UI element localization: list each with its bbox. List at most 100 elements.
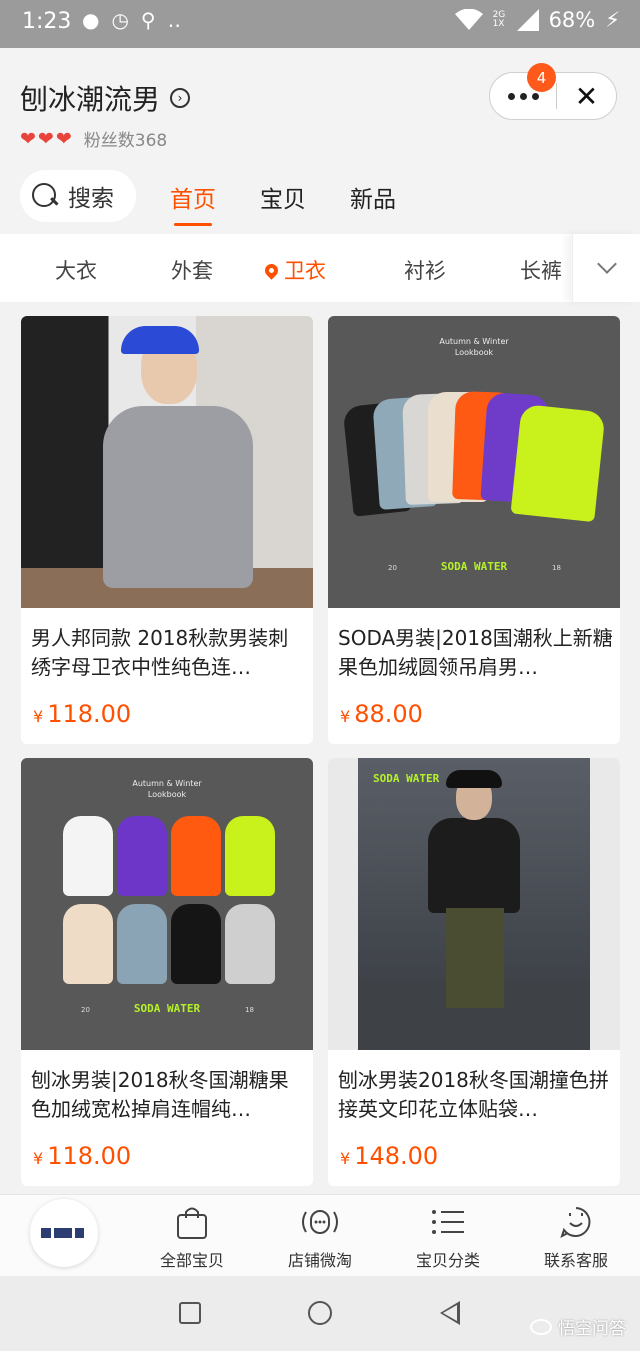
photo-pants — [446, 908, 504, 1008]
signal-label: 2G 1X — [492, 10, 506, 29]
watermark: 悟空问答 — [530, 1314, 626, 1339]
product-price: ¥148.00 — [340, 1142, 438, 1170]
shop-name: 刨冰潮流男 — [20, 83, 161, 116]
product-price: ¥118.00 — [33, 700, 131, 728]
year-left: 20 — [81, 1006, 90, 1014]
bag-icon — [177, 1207, 207, 1239]
location-pin-icon — [262, 260, 281, 280]
category-coat[interactable]: 大衣 — [55, 255, 97, 285]
category-hoodie[interactable]: 卫衣 — [262, 255, 326, 285]
shop-rating: ❤ ❤ ❤ 粉丝数368 — [20, 126, 168, 152]
logo-mark — [75, 1228, 84, 1238]
recents-button[interactable] — [179, 1302, 201, 1324]
photo-hat — [446, 770, 502, 788]
photo-hoodie — [103, 406, 253, 588]
tab-all-items-label: 全部宝贝 — [159, 1251, 224, 1270]
swatch-purple — [117, 816, 167, 896]
price-value: 118.00 — [47, 1142, 132, 1170]
year-right: 18 — [552, 564, 561, 572]
product-price: ¥88.00 — [340, 700, 423, 728]
product-card[interactable]: 男人邦同款 2018秋款男装刺绣字母卫衣中性纯色连… ¥118.00 — [21, 316, 313, 744]
alarm-icon: ◷ — [111, 8, 129, 32]
price-value: 118.00 — [47, 700, 132, 728]
swatch-white — [63, 816, 113, 896]
tab-categories[interactable]: 宝贝分类 — [398, 1203, 498, 1271]
shop-title[interactable]: 刨冰潮流男 › — [20, 78, 191, 118]
battery-level: 68% — [548, 8, 596, 32]
product-image[interactable]: SODA WATER — [328, 758, 620, 1050]
price-value: 148.00 — [354, 1142, 439, 1170]
search-small-icon: ⚲ — [140, 8, 156, 32]
product-price: ¥118.00 — [33, 1142, 131, 1170]
search-button[interactable]: 搜索 — [20, 170, 136, 222]
category-jacket[interactable]: 外套 — [171, 255, 213, 285]
tab-home[interactable]: 首页 — [170, 180, 216, 226]
chat-icon — [560, 1207, 591, 1238]
currency-symbol: ¥ — [340, 1149, 351, 1168]
swatch-lime — [510, 403, 606, 523]
broadcast-icon — [302, 1210, 338, 1234]
heart-icon: ❤ — [20, 127, 36, 150]
close-button[interactable]: ✕ — [557, 73, 616, 119]
logo-mark — [41, 1228, 51, 1238]
system-nav-bar: 悟空问答 — [0, 1276, 640, 1351]
dot-icon — [507, 92, 515, 100]
product-card[interactable]: SODA WATER 刨冰男装2018秋冬国潮撞色拼接英文印花立体贴袋… ¥14… — [328, 758, 620, 1186]
category-expand-button[interactable] — [572, 234, 640, 302]
list-icon — [432, 1210, 464, 1234]
shop-tabs: 首页 宝贝 新品 — [170, 180, 396, 226]
category-hoodie-label: 卫衣 — [284, 259, 326, 283]
product-card[interactable]: Autumn & Winter Lookbook SODA WATER 20 1… — [328, 316, 620, 744]
fans-count: 粉丝数368 — [83, 131, 168, 151]
shop-header: 刨冰潮流男 › ❤ ❤ ❤ 粉丝数368 ✕ 4 搜索 首页 宝贝 新品 — [0, 48, 640, 234]
currency-symbol: ¥ — [33, 707, 44, 726]
heart-icon: ❤ — [37, 127, 54, 150]
heart-icon: ❤ — [55, 127, 72, 150]
swatch-orange — [171, 816, 221, 896]
category-shirt[interactable]: 衬衫 — [404, 255, 446, 285]
status-time: 1:23 — [22, 9, 72, 34]
year-right: 18 — [245, 1006, 254, 1014]
product-title[interactable]: SODA男装|2018国潮秋上新糖果色加绒圆领吊肩男… — [338, 624, 614, 682]
notification-icons: ● ◷ ⚲ ‥ — [82, 8, 181, 32]
search-icon — [32, 183, 58, 209]
brand-logo: SODA WATER — [440, 560, 508, 573]
tab-categories-label: 宝贝分类 — [415, 1251, 480, 1270]
tab-items[interactable]: 宝贝 — [260, 180, 306, 214]
search-label: 搜索 — [68, 186, 114, 212]
shop-tab-bar: 全部宝贝 店铺微淘 宝贝分类 联系客服 — [0, 1194, 640, 1276]
tab-all-items[interactable]: 全部宝贝 — [142, 1203, 242, 1271]
tab-weitao-label: 店铺微淘 — [287, 1251, 352, 1270]
charging-icon: ⚡ — [605, 8, 620, 32]
currency-symbol: ¥ — [340, 707, 351, 726]
product-image[interactable]: Autumn & Winter Lookbook SODA WATER 20 1… — [21, 758, 313, 1050]
close-icon: ✕ — [574, 79, 599, 113]
brand-logo: SODA WATER — [373, 772, 440, 785]
wifi-icon — [454, 9, 483, 30]
product-title[interactable]: 刨冰男装2018秋冬国潮撞色拼接英文印花立体贴袋… — [338, 1066, 614, 1124]
product-card[interactable]: Autumn & Winter Lookbook SODA WATER 20 1… — [21, 758, 313, 1186]
more-dots-icon: ‥ — [167, 8, 181, 32]
category-pants[interactable]: 长裤 — [520, 255, 562, 285]
product-image[interactable] — [21, 316, 313, 608]
chevron-right-icon: › — [170, 88, 191, 108]
swatch-cream — [63, 904, 113, 984]
product-title[interactable]: 刨冰男装|2018秋冬国潮糖果色加绒宽松掉肩连帽纯… — [31, 1066, 307, 1124]
brand-logo: SODA WATER — [133, 1002, 201, 1015]
back-button[interactable] — [440, 1301, 460, 1325]
watermark-text: 悟空问答 — [558, 1319, 626, 1339]
tab-customer-service-label: 联系客服 — [543, 1251, 608, 1270]
tab-weitao[interactable]: 店铺微淘 — [270, 1203, 370, 1271]
home-button[interactable] — [308, 1301, 332, 1325]
tab-new[interactable]: 新品 — [350, 180, 396, 214]
product-title[interactable]: 男人邦同款 2018秋款男装刺绣字母卫衣中性纯色连… — [31, 624, 307, 682]
swatch-blue — [117, 904, 167, 984]
shop-logo-button[interactable] — [30, 1199, 98, 1267]
tab-customer-service[interactable]: 联系客服 — [526, 1203, 626, 1271]
chevron-down-icon — [596, 254, 617, 274]
dot-icon — [519, 92, 527, 100]
product-image[interactable]: Autumn & Winter Lookbook SODA WATER 20 1… — [328, 316, 620, 608]
lookbook-text: Autumn & Winter Lookbook — [132, 779, 202, 799]
photo-cap — [121, 326, 199, 354]
price-value: 88.00 — [354, 700, 423, 728]
